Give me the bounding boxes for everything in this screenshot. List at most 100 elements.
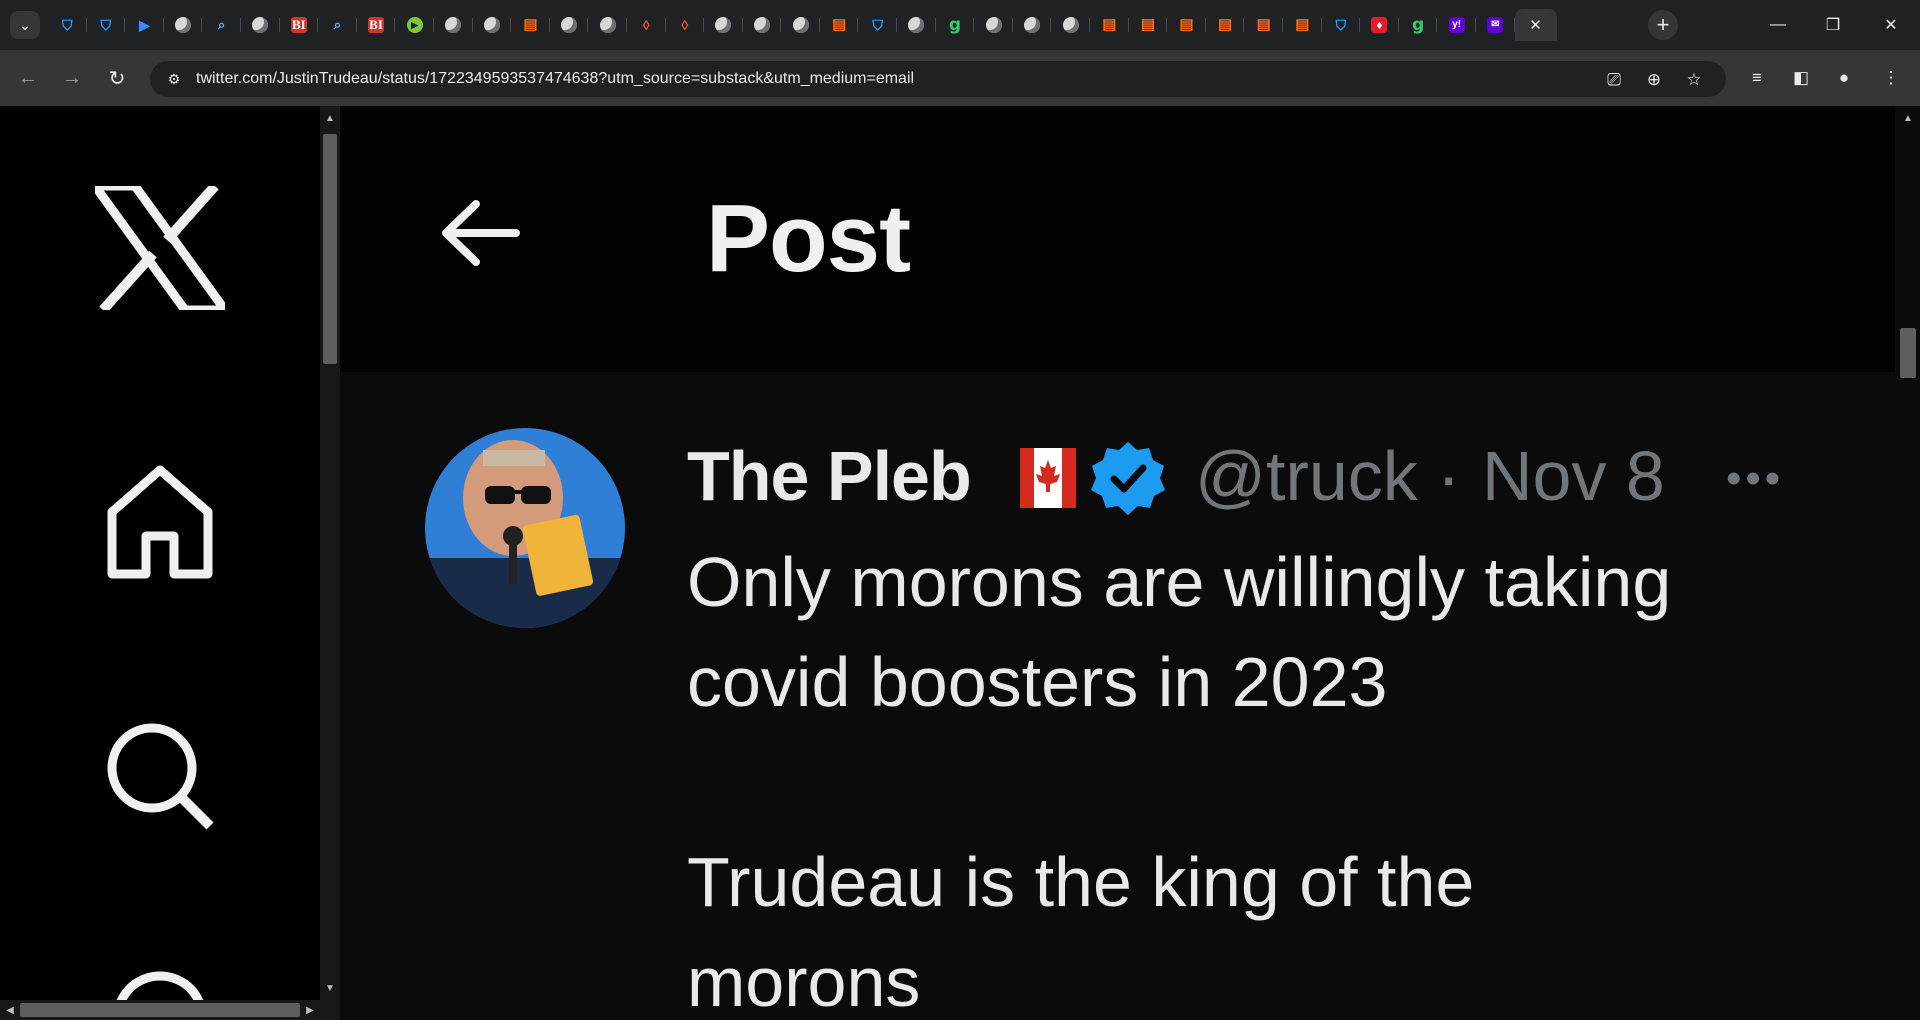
browser-tab[interactable]: ✉: [1476, 9, 1515, 41]
back-button[interactable]: ←: [12, 62, 44, 94]
browser-tab[interactable]: BI: [280, 9, 319, 41]
browser-tab[interactable]: [1013, 9, 1052, 41]
browser-tab[interactable]: [241, 9, 280, 41]
scroll-left-arrow-icon[interactable]: ◀: [0, 1002, 20, 1018]
substack-favicon-icon: ▤: [1140, 16, 1156, 33]
shield-favicon-icon: ⛉: [62, 17, 73, 33]
home-icon[interactable]: [104, 462, 216, 580]
browser-tab[interactable]: y!: [1437, 9, 1476, 41]
close-window-button[interactable]: ✕: [1868, 10, 1914, 40]
globe-favicon-icon: [753, 17, 770, 33]
browser-tab[interactable]: ▤: [1283, 9, 1322, 41]
browser-tab[interactable]: ▤: [1090, 9, 1129, 41]
horizontal-scrollbar[interactable]: ◀ ▶: [0, 1000, 340, 1020]
browser-tab[interactable]: [897, 9, 936, 41]
browser-tab[interactable]: [743, 9, 782, 41]
x-logo-icon[interactable]: [95, 186, 225, 310]
restore-button[interactable]: ❐: [1810, 10, 1856, 40]
browser-tab[interactable]: [781, 9, 820, 41]
play-favicon-icon: ▶: [406, 17, 423, 33]
address-bar[interactable]: ⚙ twitter.com/JustinTrudeau/status/17223…: [150, 61, 1726, 97]
browser-tab[interactable]: ⛉: [87, 9, 126, 41]
browser-tab[interactable]: [1051, 9, 1090, 41]
browser-tab[interactable]: [473, 9, 512, 41]
verified-badge-icon[interactable]: [1087, 438, 1169, 520]
browser-tab[interactable]: [434, 9, 473, 41]
new-tab-button[interactable]: +: [1648, 10, 1678, 40]
browser-tab[interactable]: [588, 9, 627, 41]
page-viewport: ▲ ▼ ◀ ▶ Post The Pleb @truck · Nov 8 •••…: [0, 106, 1920, 1020]
media-controls-icon[interactable]: ≡: [1742, 63, 1772, 93]
url-text[interactable]: twitter.com/JustinTrudeau/status/1722349…: [196, 70, 914, 88]
close-tab-icon[interactable]: ✕: [1529, 16, 1542, 34]
meta-separator: ·: [1437, 437, 1461, 515]
profile-icon[interactable]: ●: [1829, 63, 1859, 93]
substack-favicon-icon: ▤: [1179, 16, 1194, 33]
substack-favicon-icon: ▤: [1256, 16, 1271, 33]
browser-tab[interactable]: g: [1399, 9, 1438, 41]
shield-favicon-icon: ⛉: [100, 17, 112, 33]
browser-tab[interactable]: ▤: [1206, 9, 1245, 41]
tab-search-button[interactable]: ⌄: [10, 11, 40, 39]
reload-button[interactable]: ↻: [101, 62, 133, 94]
browser-tab[interactable]: ⛉: [1322, 9, 1361, 41]
more-options-icon[interactable]: •••: [1726, 457, 1784, 501]
search-favicon-icon: ⌕: [333, 17, 342, 32]
canada-flag-icon: [1020, 448, 1076, 508]
tweet-text-line: morons: [687, 943, 921, 1020]
browser-tab[interactable]: [164, 9, 203, 41]
scroll-up-arrow-icon[interactable]: ▲: [320, 110, 340, 126]
scrollbar-thumb[interactable]: [323, 134, 337, 364]
browser-tab[interactable]: ⌕: [202, 9, 241, 41]
browser-tab[interactable]: g: [936, 9, 975, 41]
substack-favicon-icon: ▤: [523, 16, 538, 33]
browser-tab[interactable]: ▤: [1244, 9, 1283, 41]
tweet-text-line: Only morons are willingly taking: [687, 543, 1672, 621]
page-scrollbar-thumb[interactable]: [1900, 328, 1916, 378]
browser-tab[interactable]: ▤: [1167, 9, 1206, 41]
substack-favicon-icon: ▤: [1295, 16, 1310, 33]
browser-tab[interactable]: [550, 9, 589, 41]
browser-tab[interactable]: ⛉: [48, 9, 87, 41]
avatar[interactable]: [425, 428, 625, 628]
browser-tab[interactable]: [974, 9, 1013, 41]
back-arrow-icon[interactable]: [440, 198, 520, 268]
left-vertical-scrollbar[interactable]: ▲ ▼: [320, 106, 340, 1000]
browser-tab[interactable]: ♦: [1360, 9, 1399, 41]
page-scroll-up-arrow-icon[interactable]: ▲: [1898, 110, 1918, 126]
substack-favicon-icon: ▤: [1102, 16, 1117, 33]
author-name[interactable]: The Pleb: [687, 436, 972, 516]
search-icon[interactable]: [104, 720, 216, 832]
install-app-icon[interactable]: ⎚: [1600, 66, 1628, 94]
globe-favicon-icon: [715, 17, 732, 33]
browser-tab[interactable]: ▤: [1129, 9, 1168, 41]
browser-tab[interactable]: ▤: [511, 9, 550, 41]
minimize-button[interactable]: —: [1755, 10, 1801, 40]
forward-button[interactable]: →: [56, 62, 88, 94]
globe-favicon-icon: [908, 17, 925, 33]
browser-tab[interactable]: ◊: [627, 9, 666, 41]
browser-tab[interactable]: ⌕: [318, 9, 357, 41]
brave-favicon-icon: ◊: [642, 17, 650, 33]
horizontal-scrollbar-thumb[interactable]: [20, 1003, 300, 1017]
post-date[interactable]: Nov 8: [1482, 436, 1665, 516]
active-tab[interactable]: ✕: [1514, 9, 1557, 41]
site-info-icon[interactable]: ⚙: [162, 67, 186, 91]
browser-tab[interactable]: ▶: [395, 9, 434, 41]
browser-tab[interactable]: [704, 9, 743, 41]
scroll-right-arrow-icon[interactable]: ▶: [300, 1002, 320, 1018]
right-vertical-scrollbar[interactable]: ▲: [1895, 106, 1920, 1020]
scroll-down-arrow-icon[interactable]: ▼: [320, 980, 340, 996]
author-handle[interactable]: @truck: [1195, 436, 1421, 516]
browser-tab[interactable]: ⛉: [858, 9, 897, 41]
browser-tab[interactable]: BI: [357, 9, 396, 41]
tab-list: ⛉ ⛉ ▶ ⌕ BI ⌕ BI ▶ ▤ ◊ ◊ ▤ ⛉ g ▤ ▤ ▤ ▤ ▤ ▤ ⛉ ♦ g y! ✉ ✕: [48, 9, 1557, 41]
browser-tab[interactable]: ◊: [666, 9, 705, 41]
menu-icon[interactable]: ⋮: [1876, 63, 1906, 93]
zoom-icon[interactable]: ⊕: [1640, 66, 1668, 94]
bookmark-star-icon[interactable]: ☆: [1680, 66, 1708, 94]
browser-tab[interactable]: ▶: [125, 9, 164, 41]
browser-tab[interactable]: ▤: [820, 9, 859, 41]
side-panel-icon[interactable]: ◧: [1786, 63, 1816, 93]
yahoo-favicon-icon: y!: [1448, 17, 1465, 33]
